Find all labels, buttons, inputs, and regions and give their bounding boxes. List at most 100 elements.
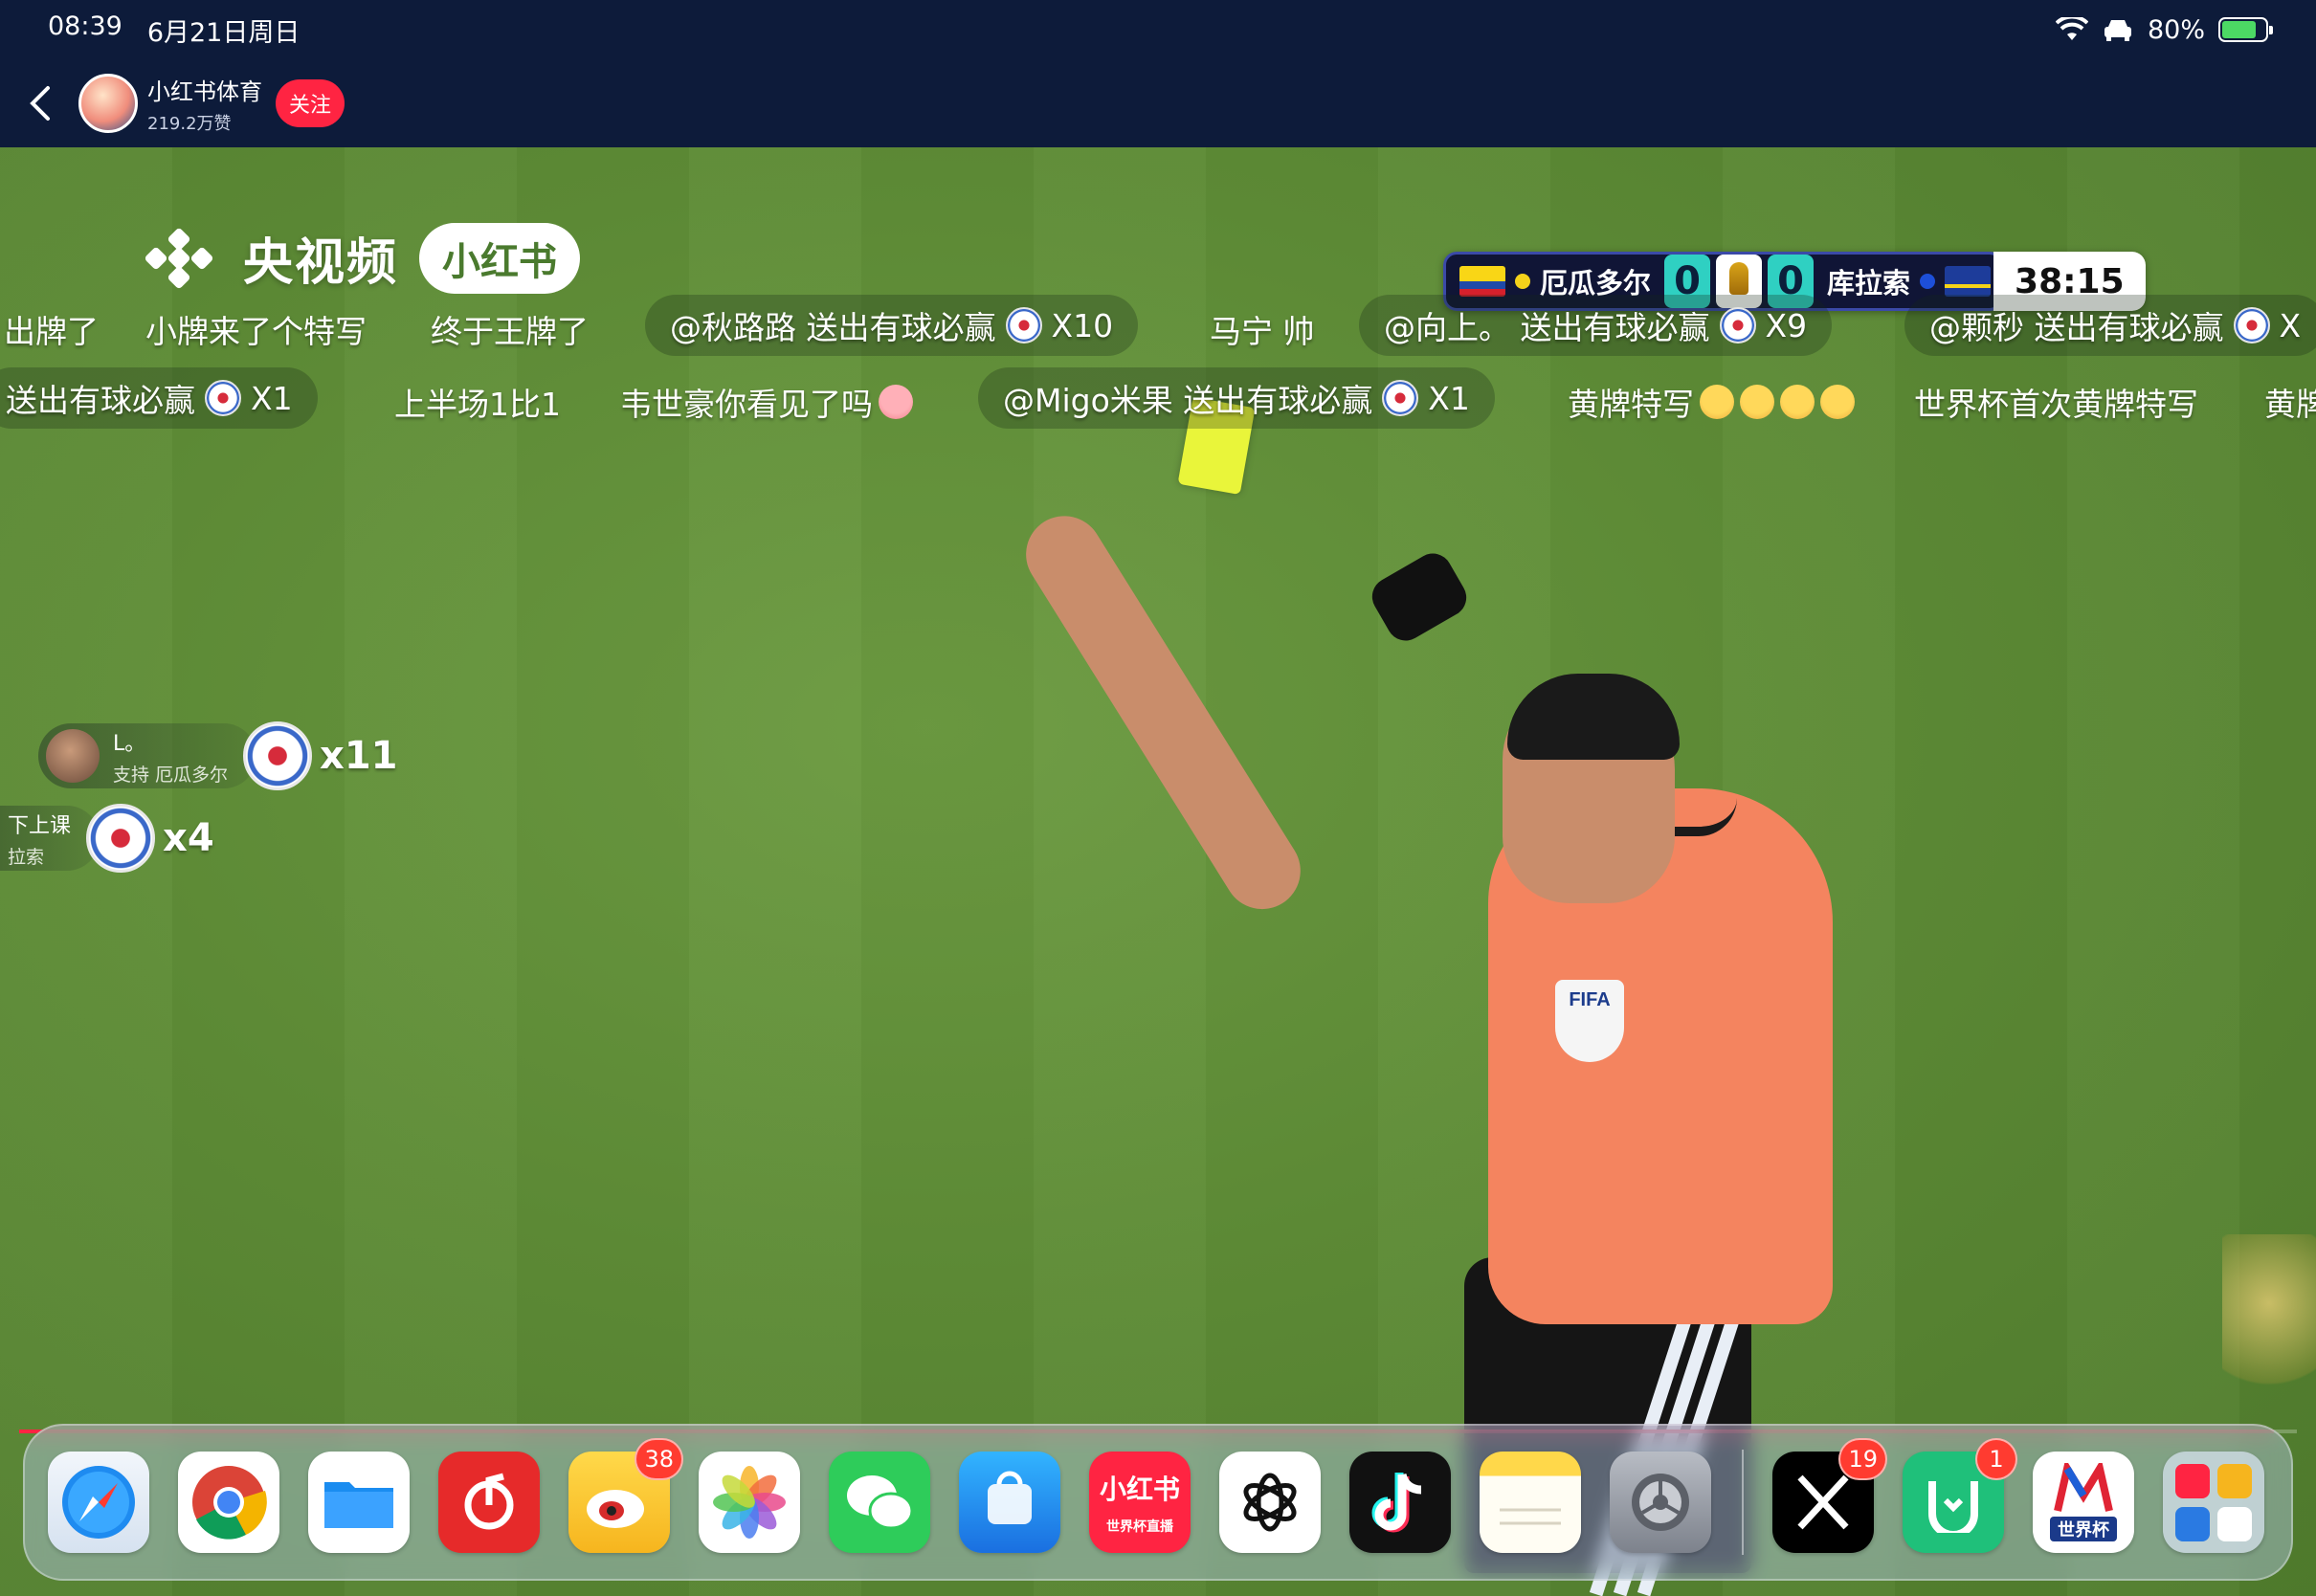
dock-app-netease-music[interactable]	[438, 1452, 540, 1553]
danmaku-text: 出牌了	[4, 313, 99, 350]
dock-app-mijia[interactable]: 1	[1903, 1438, 2017, 1553]
live-video[interactable]: FIFA 央视频 小红书 厄瓜多尔 0 0 库拉索 38:15 出牌了 小牌来了…	[0, 147, 2316, 1596]
status-date: 6月21日周日	[146, 17, 301, 48]
dock-app-app-store[interactable]	[959, 1452, 1060, 1553]
danmaku-text: @秋路路 送出有球必赢	[670, 309, 996, 346]
notification-badge: 19	[1838, 1438, 1887, 1480]
worldcup-icon	[2054, 1463, 2113, 1512]
notification-badge: 1	[1975, 1438, 2017, 1480]
gift-user-support: 拉索	[8, 846, 45, 868]
mini-app-icon	[2217, 1463, 2252, 1498]
soccer-ball-icon	[205, 380, 241, 416]
gift-user-info: L。 支持 厄瓜多尔	[113, 726, 228, 787]
danmaku-item: 世界杯首次黄牌特写	[1914, 379, 2198, 425]
chevron-left-icon	[30, 86, 50, 121]
emoji-icon	[1780, 385, 1815, 419]
danmaku-count: X1	[1428, 379, 1470, 417]
channel-info[interactable]: 小红书体育 219.2万赞	[147, 73, 262, 135]
team-right-color-dot	[1920, 274, 1936, 289]
danmaku-item: 出牌了	[4, 306, 99, 352]
watermark-badge: 小红书	[419, 222, 581, 294]
photos-icon	[713, 1466, 786, 1539]
gift-user-avatar	[46, 729, 100, 783]
channel-name: 小红书体育	[147, 78, 262, 105]
curacao-flag-icon	[1945, 266, 1992, 297]
worldcup-icon-label: 世界杯	[2050, 1517, 2117, 1541]
danmaku-text: 送出有球必赢	[6, 382, 195, 419]
xiaohongshu-icon-label: 小红书	[1099, 1474, 1180, 1505]
dock-app-chatgpt[interactable]	[1219, 1452, 1321, 1553]
channel-avatar[interactable]	[78, 74, 138, 133]
settings-icon	[1632, 1474, 1689, 1531]
referee-arm	[1012, 501, 1315, 924]
follow-button[interactable]: 关注	[276, 79, 345, 127]
live-header: 小红书体育 219.2万赞 关注	[0, 59, 2316, 147]
soccer-ball-icon	[1719, 307, 1756, 344]
soccer-ball-icon	[2233, 307, 2270, 344]
compass-icon	[62, 1466, 135, 1539]
fifa-referee-badge: FIFA	[1555, 980, 1624, 1062]
soccer-ball-icon	[1005, 307, 1042, 344]
status-left: 08:39 6月21日周日	[48, 11, 300, 49]
yangshipin-logo-icon	[142, 225, 228, 292]
danmaku-item: 黄牌特写	[1568, 379, 1855, 425]
soccer-ball-gift-icon	[243, 721, 313, 790]
dock-app-notes[interactable]	[1480, 1452, 1581, 1553]
dock-app-tiktok[interactable]	[1349, 1452, 1451, 1553]
weibo-icon	[587, 1490, 644, 1528]
mini-app-icon	[2217, 1506, 2252, 1541]
danmaku-item: 马宁 帅	[1210, 306, 1315, 352]
danmaku-text: @颗秒 送出有球必赢	[1929, 309, 2224, 346]
danmaku-gift-item: @颗秒 送出有球必赢 X	[1904, 295, 2316, 356]
chatgpt-icon	[1243, 1473, 1297, 1532]
danmaku-gift-item: @秋路路 送出有球必赢 X10	[645, 295, 1139, 356]
activity-widget-icon[interactable]	[2222, 1234, 2316, 1407]
emoji-icon	[879, 385, 913, 419]
dock-app-wechat[interactable]	[829, 1452, 930, 1553]
emoji-icon	[1820, 385, 1855, 419]
notification-badge: 38	[635, 1438, 683, 1480]
wifi-icon	[2055, 17, 2088, 40]
dock-app-chrome[interactable]	[178, 1452, 279, 1553]
danmaku-text: 黄牌特写	[1568, 386, 1694, 423]
danmaku-text: 上半场1比1	[394, 386, 561, 423]
status-bar: 08:39 6月21日周日 80%	[0, 0, 2316, 59]
back-button[interactable]	[23, 79, 57, 127]
dock-app-weibo[interactable]: 38	[568, 1438, 683, 1553]
battery-level	[2222, 21, 2257, 38]
ecuador-flag-icon	[1459, 266, 1505, 297]
folder-icon	[324, 1482, 393, 1528]
gift-user-info: 下上课 拉索	[8, 809, 71, 869]
team-right-name: 库拉索	[1827, 267, 1911, 299]
dock-app-files[interactable]	[308, 1452, 410, 1553]
danmaku-item: 韦世豪你看见了吗	[620, 379, 913, 425]
notes-icon	[1500, 1508, 1561, 1525]
gift-user-support: 支持 厄瓜多尔	[113, 764, 229, 786]
dock-app-x[interactable]: 19	[1772, 1438, 1887, 1553]
gift-user-name: L。	[113, 731, 146, 756]
team-left-color-dot	[1515, 274, 1530, 289]
status-time: 08:39	[48, 11, 122, 41]
danmaku-item: 黄牌	[2264, 379, 2316, 425]
car-icon	[2104, 20, 2131, 41]
dock: 38 小红书 世界杯直播 19 1 世界杯	[23, 1424, 2293, 1581]
dock-app-library[interactable]	[2163, 1452, 2264, 1553]
danmaku-text: 小牌来了个特写	[145, 313, 367, 350]
tiktok-icon	[1371, 1473, 1422, 1533]
dock-app-safari[interactable]	[48, 1452, 149, 1553]
danmaku-text: 终于王牌了	[431, 313, 589, 350]
danmaku-text: @向上。 送出有球必赢	[1384, 309, 1710, 346]
watermark-text: 央视频	[243, 234, 399, 292]
dock-app-worldcup[interactable]: 世界杯	[2033, 1452, 2134, 1553]
app-store-icon	[988, 1471, 1032, 1524]
dock-app-xiaohongshu[interactable]: 小红书 世界杯直播	[1089, 1452, 1191, 1553]
dock-app-settings[interactable]	[1610, 1452, 1711, 1553]
danmaku-item: 终于王牌了	[431, 306, 589, 352]
emoji-icon	[1740, 385, 1774, 419]
gift-notification: 下上课 拉索 x4	[0, 804, 214, 873]
dock-app-photos[interactable]	[699, 1452, 800, 1553]
danmaku-text: 黄牌	[2264, 386, 2316, 423]
battery-icon	[2218, 17, 2273, 42]
referee-wristband	[1365, 546, 1474, 648]
danmaku-count: X9	[1765, 306, 1808, 344]
